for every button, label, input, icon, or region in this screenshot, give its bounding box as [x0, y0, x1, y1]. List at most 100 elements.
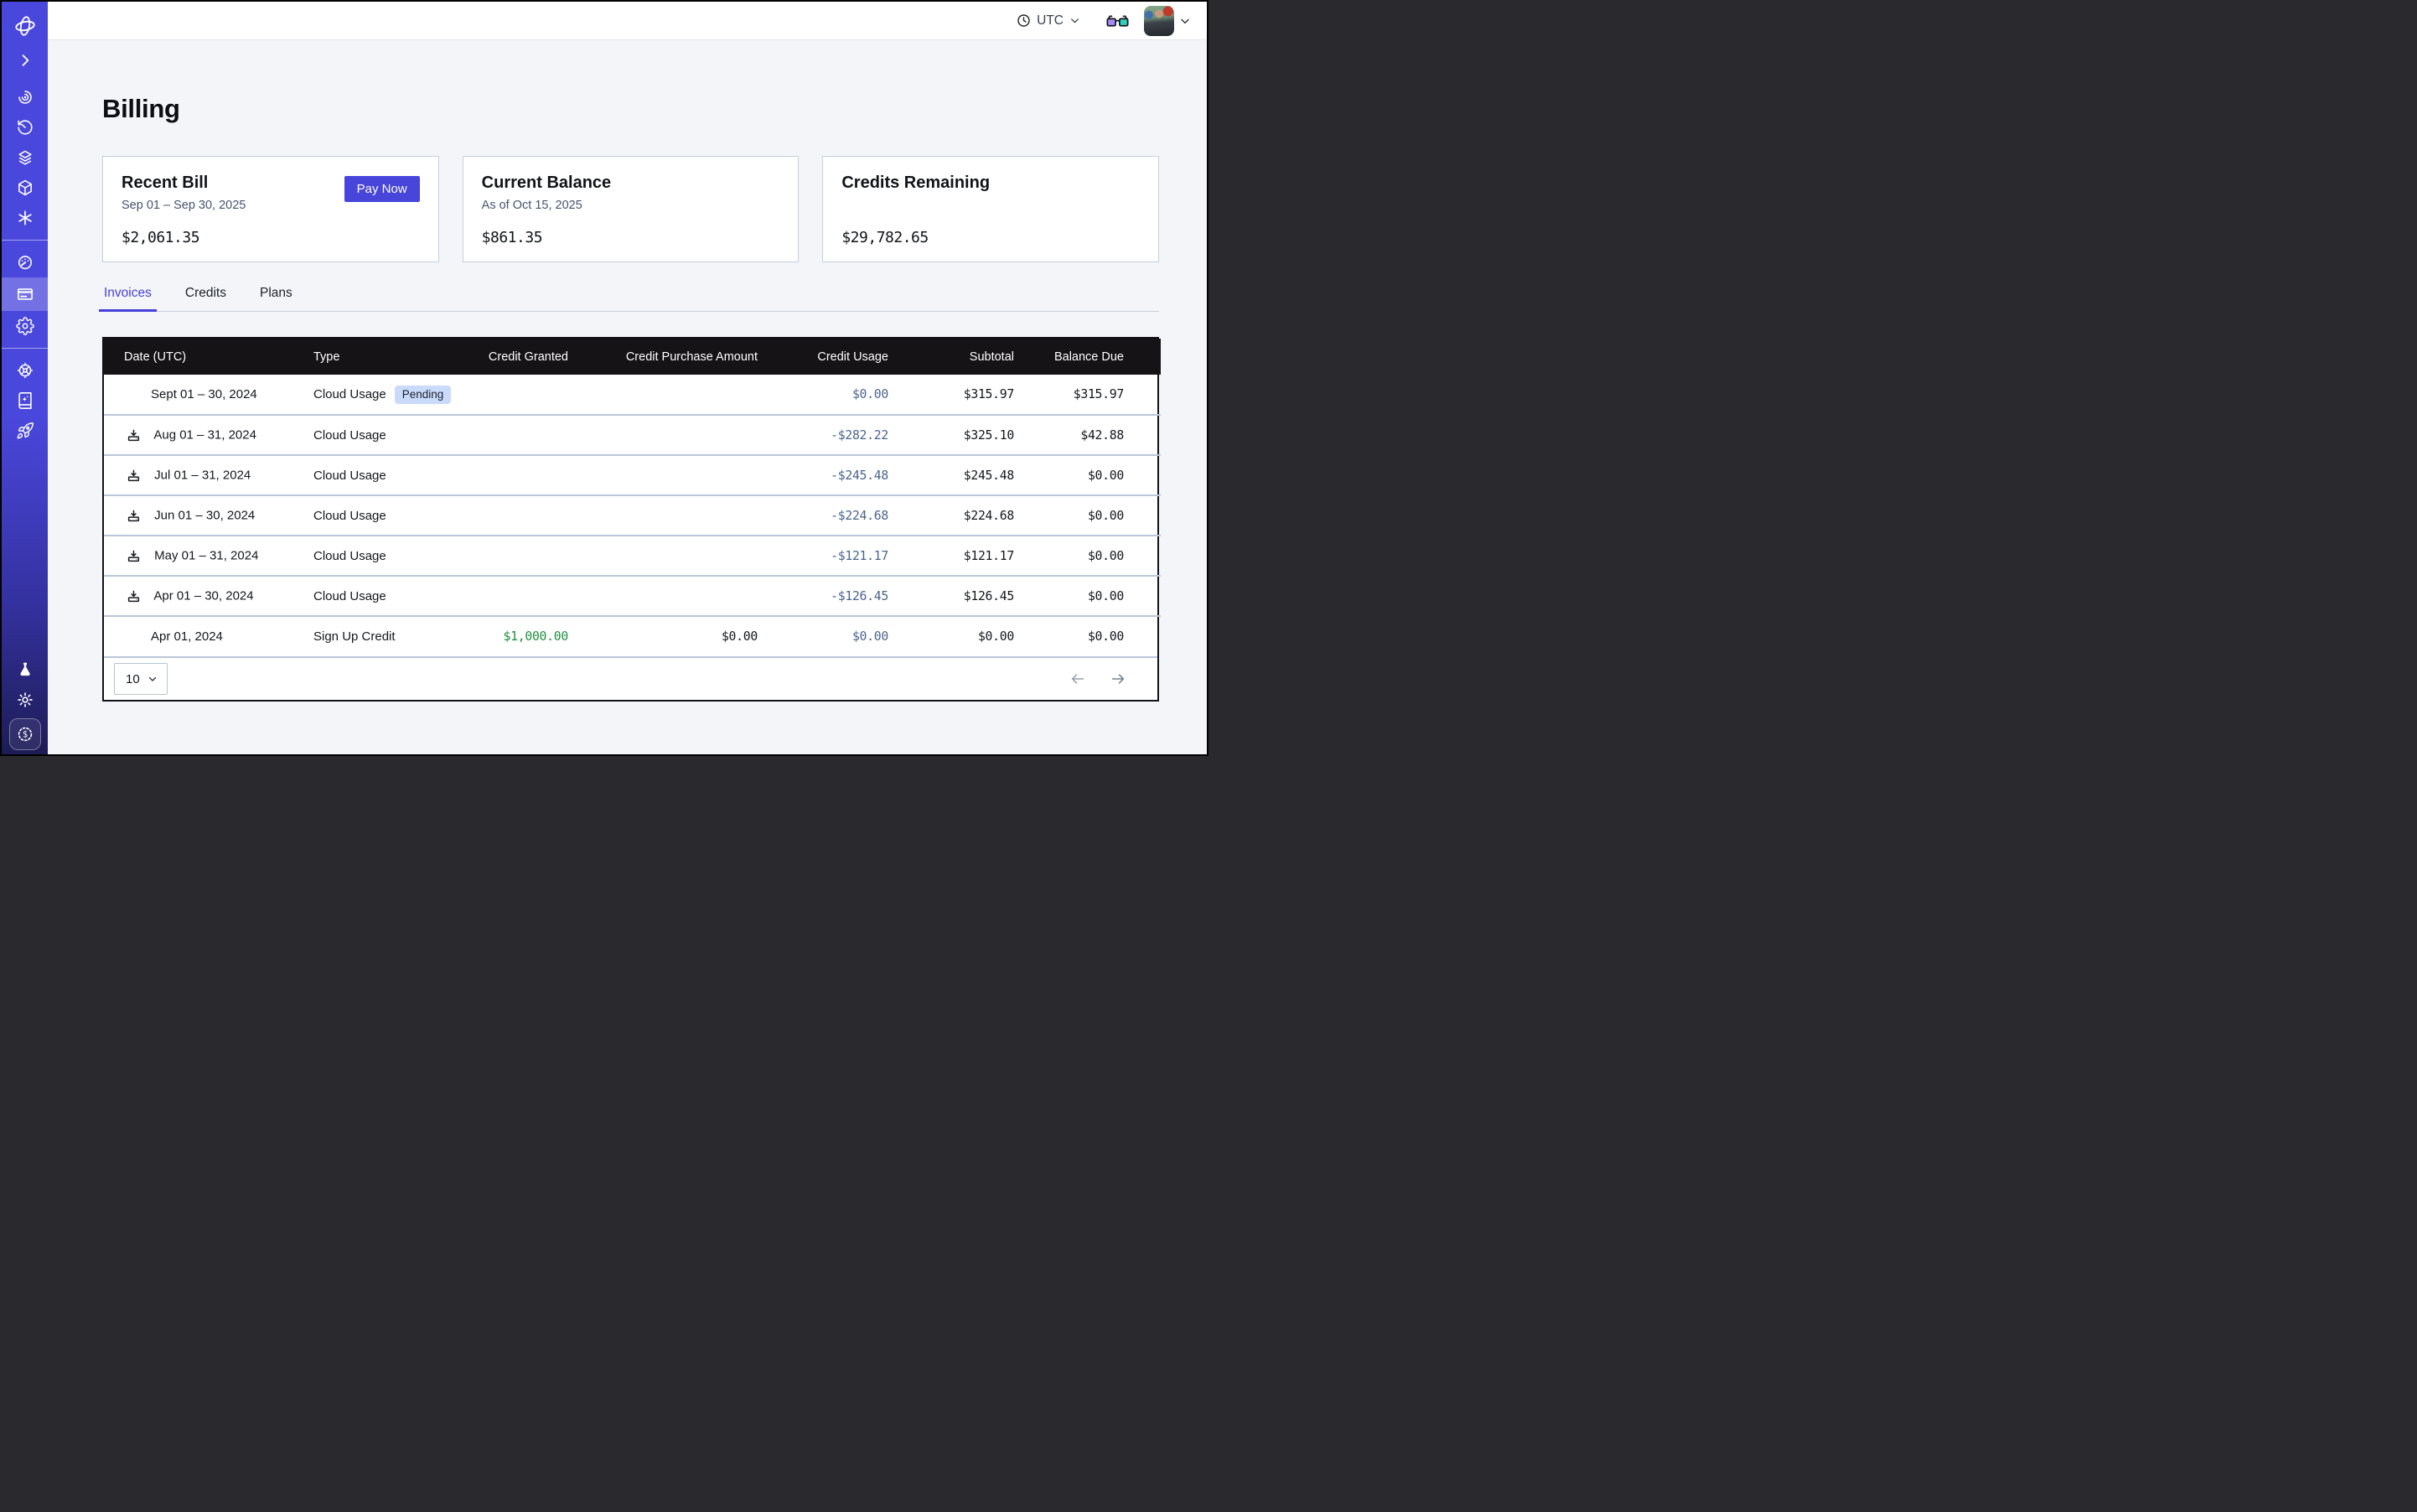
credit-granted-cell: [464, 495, 582, 536]
sidebar-item-launch[interactable]: [2, 416, 48, 446]
credit-usage-cell: -$224.68: [771, 495, 902, 536]
next-page-button[interactable]: [1109, 670, 1127, 688]
credit-purchase-cell: [582, 415, 771, 455]
sidebar-item-labs[interactable]: [2, 655, 48, 685]
credit-purchase-cell: [582, 576, 771, 616]
page-size-select[interactable]: 10: [114, 663, 168, 695]
chevron-right-icon: [17, 52, 34, 69]
credit-usage-cell: $0.00: [771, 375, 902, 415]
column-header-credit-usage: Credit Usage: [771, 339, 902, 375]
download-invoice-button[interactable]: [124, 427, 143, 443]
cube-icon: [16, 179, 34, 197]
card-amount: $861.35: [482, 229, 542, 246]
card-title: Current Balance: [482, 173, 780, 193]
download-icon: [126, 427, 142, 443]
current-balance-card: Current Balance As of Oct 15, 2025 $861.…: [463, 156, 800, 262]
gear-icon: [16, 317, 34, 335]
credit-usage-cell: -$245.48: [771, 455, 902, 495]
arrow-right-icon: [1109, 670, 1127, 688]
sidebar-divider: [2, 240, 48, 241]
reader-mode-button[interactable]: [1106, 13, 1129, 29]
sidebar-item-billing[interactable]: [2, 277, 48, 311]
tab-invoices[interactable]: Invoices: [102, 286, 153, 311]
page-title: Billing: [102, 94, 1159, 124]
topbar: UTC: [48, 2, 1207, 40]
invoice-type: Cloud Usage: [313, 387, 386, 401]
recent-bill-card: Recent Bill Sep 01 – Sep 30, 2025 $2,061…: [102, 156, 439, 262]
download-icon: [126, 508, 142, 524]
invoice-row: Jul 01 – 31, 2024 Cloud Usage -$245.48 $…: [104, 455, 1161, 495]
credit-usage-cell: $0.00: [771, 616, 902, 656]
download-invoice-button[interactable]: [124, 548, 143, 564]
download-invoice-button[interactable]: [124, 468, 143, 484]
invoice-date: Jun 01 – 30, 2024: [154, 508, 255, 522]
pay-now-button[interactable]: Pay Now: [344, 176, 420, 202]
credit-usage-cell: -$126.45: [771, 576, 902, 616]
sidebar-item-packages[interactable]: [2, 173, 48, 203]
credit-purchase-cell: [582, 455, 771, 495]
download-invoice-button[interactable]: [124, 508, 143, 524]
sidebar-item-usage[interactable]: [2, 247, 48, 277]
balance-due-cell: $0.00: [1027, 455, 1161, 495]
invoice-row: May 01 – 31, 2024 Cloud Usage -$121.17 $…: [104, 536, 1161, 576]
sidebar-expand-button[interactable]: [2, 45, 48, 75]
invoices-table: Date (UTC) Type Credit Granted Credit Pu…: [102, 337, 1159, 702]
subtotal-cell: $126.45: [902, 576, 1027, 616]
previous-page-button[interactable]: [1069, 670, 1087, 688]
column-header-credit-purchase: Credit Purchase Amount: [582, 339, 771, 375]
sidebar-item-settings[interactable]: [2, 311, 48, 341]
pagination-controls: [1069, 670, 1127, 688]
balance-due-cell: $42.88: [1027, 415, 1161, 455]
credit-granted-cell: [464, 455, 582, 495]
credit-usage-cell: -$282.22: [771, 415, 902, 455]
sidebar: $: [2, 2, 48, 754]
column-header-subtotal: Subtotal: [902, 339, 1027, 375]
sidebar-item-support[interactable]: [2, 355, 48, 386]
balance-due-cell: $0.00: [1027, 495, 1161, 536]
avatar: [1144, 6, 1174, 36]
credit-card-icon: [16, 285, 34, 303]
subtotal-cell: $315.97: [902, 375, 1027, 415]
billing-tabs: Invoices Credits Plans: [102, 286, 1159, 312]
credit-purchase-cell: [582, 495, 771, 536]
download-invoice-button[interactable]: [124, 588, 143, 604]
invoice-row: Aug 01 – 31, 2024 Cloud Usage -$282.22 $…: [104, 415, 1161, 455]
credit-purchase-cell: $0.00: [582, 616, 771, 656]
layers-icon: [16, 148, 34, 167]
credits-button[interactable]: $: [9, 718, 41, 750]
gauge-icon: [16, 253, 34, 272]
invoice-type: Cloud Usage: [313, 589, 386, 603]
timezone-label: UTC: [1037, 13, 1064, 28]
invoice-date: Apr 01, 2024: [151, 629, 223, 644]
credit-purchase-cell: [582, 375, 771, 415]
clock-icon: [1016, 13, 1032, 28]
credit-granted-cell: [464, 536, 582, 576]
tab-plans[interactable]: Plans: [258, 286, 294, 311]
iris-icon: [16, 88, 34, 106]
helm-icon: [16, 361, 34, 380]
status-badge: Pending: [395, 386, 452, 404]
sidebar-item-functions[interactable]: [2, 203, 48, 233]
invoice-row: Jun 01 – 30, 2024 Cloud Usage -$224.68 $…: [104, 495, 1161, 536]
account-menu[interactable]: [1144, 6, 1192, 36]
credit-usage-cell: -$121.17: [771, 536, 902, 576]
invoice-date: Aug 01 – 31, 2024: [153, 427, 256, 442]
sidebar-item-observe[interactable]: [2, 82, 48, 112]
download-icon: [126, 588, 142, 604]
theme-toggle-button[interactable]: [2, 685, 48, 715]
sidebar-item-history[interactable]: [2, 112, 48, 142]
book-sparkle-icon: [16, 391, 34, 410]
tab-credits[interactable]: Credits: [184, 286, 228, 311]
card-amount: $2,061.35: [122, 229, 199, 246]
timezone-selector[interactable]: UTC: [1016, 13, 1081, 28]
download-icon: [126, 548, 142, 564]
app-window: $ UTC: [0, 0, 1208, 756]
invoice-type: Sign Up Credit: [313, 629, 396, 644]
arrow-left-icon: [1069, 670, 1087, 688]
svg-text:$: $: [22, 730, 27, 740]
invoice-date: May 01 – 31, 2024: [154, 548, 258, 562]
sidebar-item-layers[interactable]: [2, 142, 48, 173]
credit-purchase-cell: [582, 536, 771, 576]
sidebar-item-docs[interactable]: [2, 386, 48, 416]
credit-granted-cell: [464, 576, 582, 616]
